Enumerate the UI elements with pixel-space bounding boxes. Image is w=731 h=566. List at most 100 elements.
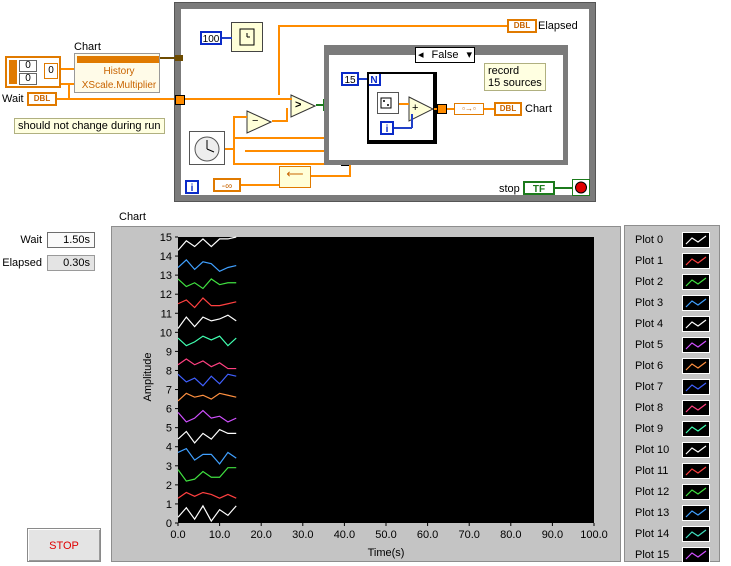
legend-item-label: Plot 11 <box>635 465 669 477</box>
legend-item[interactable]: Plot 11 <box>625 461 721 482</box>
wait-numeric-control[interactable]: 1.50s <box>47 232 95 248</box>
x-tick-label: 10.0 <box>209 529 230 541</box>
y-tick-label: 15 <box>160 232 172 244</box>
stop-terminal[interactable]: TF <box>523 181 555 195</box>
legend-item[interactable]: Plot 12 <box>625 482 721 503</box>
stop-terminal-label: stop <box>499 183 520 195</box>
property-node[interactable]: History XScale.Multiplier <box>74 53 160 93</box>
y-tick-label: 9 <box>166 346 172 358</box>
max-function[interactable]: ⟵ <box>279 166 311 188</box>
record-comment: record 15 sources <box>484 63 546 91</box>
y-tick-label: 13 <box>160 270 172 282</box>
legend-item-label: Plot 10 <box>635 444 670 456</box>
y-tick-label: 2 <box>166 480 172 492</box>
elapsed-terminal-label: Elapsed <box>538 20 578 32</box>
legend-item[interactable]: Plot 8 <box>625 398 721 419</box>
legend-item-label: Plot 1 <box>635 255 664 267</box>
legend-item-label: Plot 9 <box>635 423 664 435</box>
chart-indicator-terminal[interactable]: DBL <box>494 102 522 116</box>
legend-item[interactable]: Plot 9 <box>625 419 721 440</box>
legend-swatch <box>682 253 710 269</box>
legend-swatch <box>682 505 710 521</box>
legend-item[interactable]: Plot 4 <box>625 314 721 335</box>
loop-condition-terminal[interactable] <box>572 179 590 196</box>
y-tick-label: 5 <box>166 423 172 435</box>
loop-count-constant[interactable]: 15 <box>341 72 359 86</box>
legend-swatch <box>682 295 710 311</box>
legend-item[interactable]: Plot 15 <box>625 545 721 566</box>
legend-swatch <box>682 379 710 395</box>
x-axis-label: Time(s) <box>368 547 405 559</box>
x-tick-label: 50.0 <box>375 529 396 541</box>
random-number-icon[interactable] <box>377 92 399 114</box>
wait-ms-icon[interactable] <box>231 22 263 52</box>
waveform-chart[interactable]: 0 1 2 3 4 5 6 7 8 9 10 11 12 13 14 15 0.0 10.0 20.0 30.0 40… <box>111 226 621 562</box>
legend-item[interactable]: Plot 0 <box>625 230 721 251</box>
legend-swatch <box>682 337 710 353</box>
wait-ms-constant[interactable]: 100 <box>200 31 222 45</box>
stop-button[interactable]: STOP <box>27 528 101 562</box>
xscale-multiplier-property[interactable]: XScale.Multiplier <box>79 80 159 92</box>
legend-item[interactable]: Plot 14 <box>625 524 721 545</box>
block-diagram: 0 0 0 Chart History XScale.Multiplier Wa… <box>0 0 600 208</box>
elapsed-label: Elapsed <box>2 257 42 269</box>
history-property[interactable]: History <box>79 66 159 78</box>
legend-swatch <box>682 547 710 563</box>
subtract-function[interactable] <box>246 110 272 134</box>
while-iteration-terminal[interactable]: i <box>185 180 199 194</box>
legend-swatch <box>682 484 710 500</box>
legend-item-label: Plot 13 <box>635 507 670 519</box>
legend-swatch <box>682 463 710 479</box>
greater-than-symbol: > <box>295 99 302 111</box>
legend-item-label: Plot 3 <box>635 297 664 309</box>
legend-swatch <box>682 274 710 290</box>
array-constant[interactable]: 0 0 0 <box>5 56 61 88</box>
y-tick-label: 3 <box>166 461 172 473</box>
legend-swatch <box>682 358 710 374</box>
build-waveform-icon[interactable]: ▫→▫ <box>454 103 484 115</box>
legend-item[interactable]: Plot 2 <box>625 272 721 293</box>
legend-item-label: Plot 7 <box>635 381 664 393</box>
tick-count-icon[interactable] <box>189 131 225 165</box>
legend-item[interactable]: Plot 7 <box>625 377 721 398</box>
x-tick-label: 60.0 <box>417 529 438 541</box>
subtract-symbol: − <box>252 115 259 127</box>
y-axis-label: Amplitude <box>142 353 154 402</box>
elapsed-terminal[interactable]: DBL <box>507 19 537 33</box>
legend-item[interactable]: Plot 10 <box>625 440 721 461</box>
chart-indicator-label: Chart <box>525 103 552 115</box>
record-comment-line1: record <box>488 65 520 77</box>
x-tick-label: 20.0 <box>250 529 271 541</box>
y-tick-label: 14 <box>160 251 172 263</box>
legend-item-label: Plot 0 <box>635 234 664 246</box>
y-tick-label: 6 <box>166 404 172 416</box>
case-selector[interactable]: ◂ False ▾ <box>415 47 475 63</box>
y-tick-label: 11 <box>161 308 172 320</box>
legend-item[interactable]: Plot 13 <box>625 503 721 524</box>
legend-swatch <box>682 526 710 542</box>
chart-title: Chart <box>119 211 146 223</box>
legend-item-label: Plot 14 <box>635 528 670 540</box>
legend-item[interactable]: Plot 5 <box>625 335 721 356</box>
chart-plot-svg: 0123456789101112131415 0.0 10.0 20.0 30.0 40… <box>142 232 608 559</box>
legend-item[interactable]: Plot 6 <box>625 356 721 377</box>
array-index[interactable]: 0 <box>44 63 58 79</box>
array-element-1[interactable]: 0 <box>19 73 37 85</box>
wait-terminal[interactable]: DBL <box>27 92 57 106</box>
plot-legend[interactable]: Plot 0 Plot 1 Plot 2 Plot 3 Plot 4 Plot 5 Plot… <box>624 225 721 563</box>
greater-than-function[interactable] <box>290 94 316 118</box>
legend-item[interactable]: Plot 3 <box>625 293 721 314</box>
legend-item-label: Plot 4 <box>635 318 664 330</box>
legend-item[interactable]: Plot 1 <box>625 251 721 272</box>
legend-item-label: Plot 15 <box>635 549 670 561</box>
legend-item-label: Plot 12 <box>635 486 670 498</box>
for-iteration-terminal[interactable]: i <box>380 121 394 135</box>
case-selector-value: False <box>431 49 459 61</box>
x-tick-label: 80.0 <box>500 529 521 541</box>
legend-swatch <box>682 316 710 332</box>
chart-reference-label: Chart <box>74 41 101 53</box>
y-tick-label: 4 <box>166 442 172 454</box>
array-element-0[interactable]: 0 <box>19 60 37 72</box>
neg-infinity-constant[interactable]: -∞ <box>213 178 241 192</box>
legend-swatch <box>682 400 710 416</box>
